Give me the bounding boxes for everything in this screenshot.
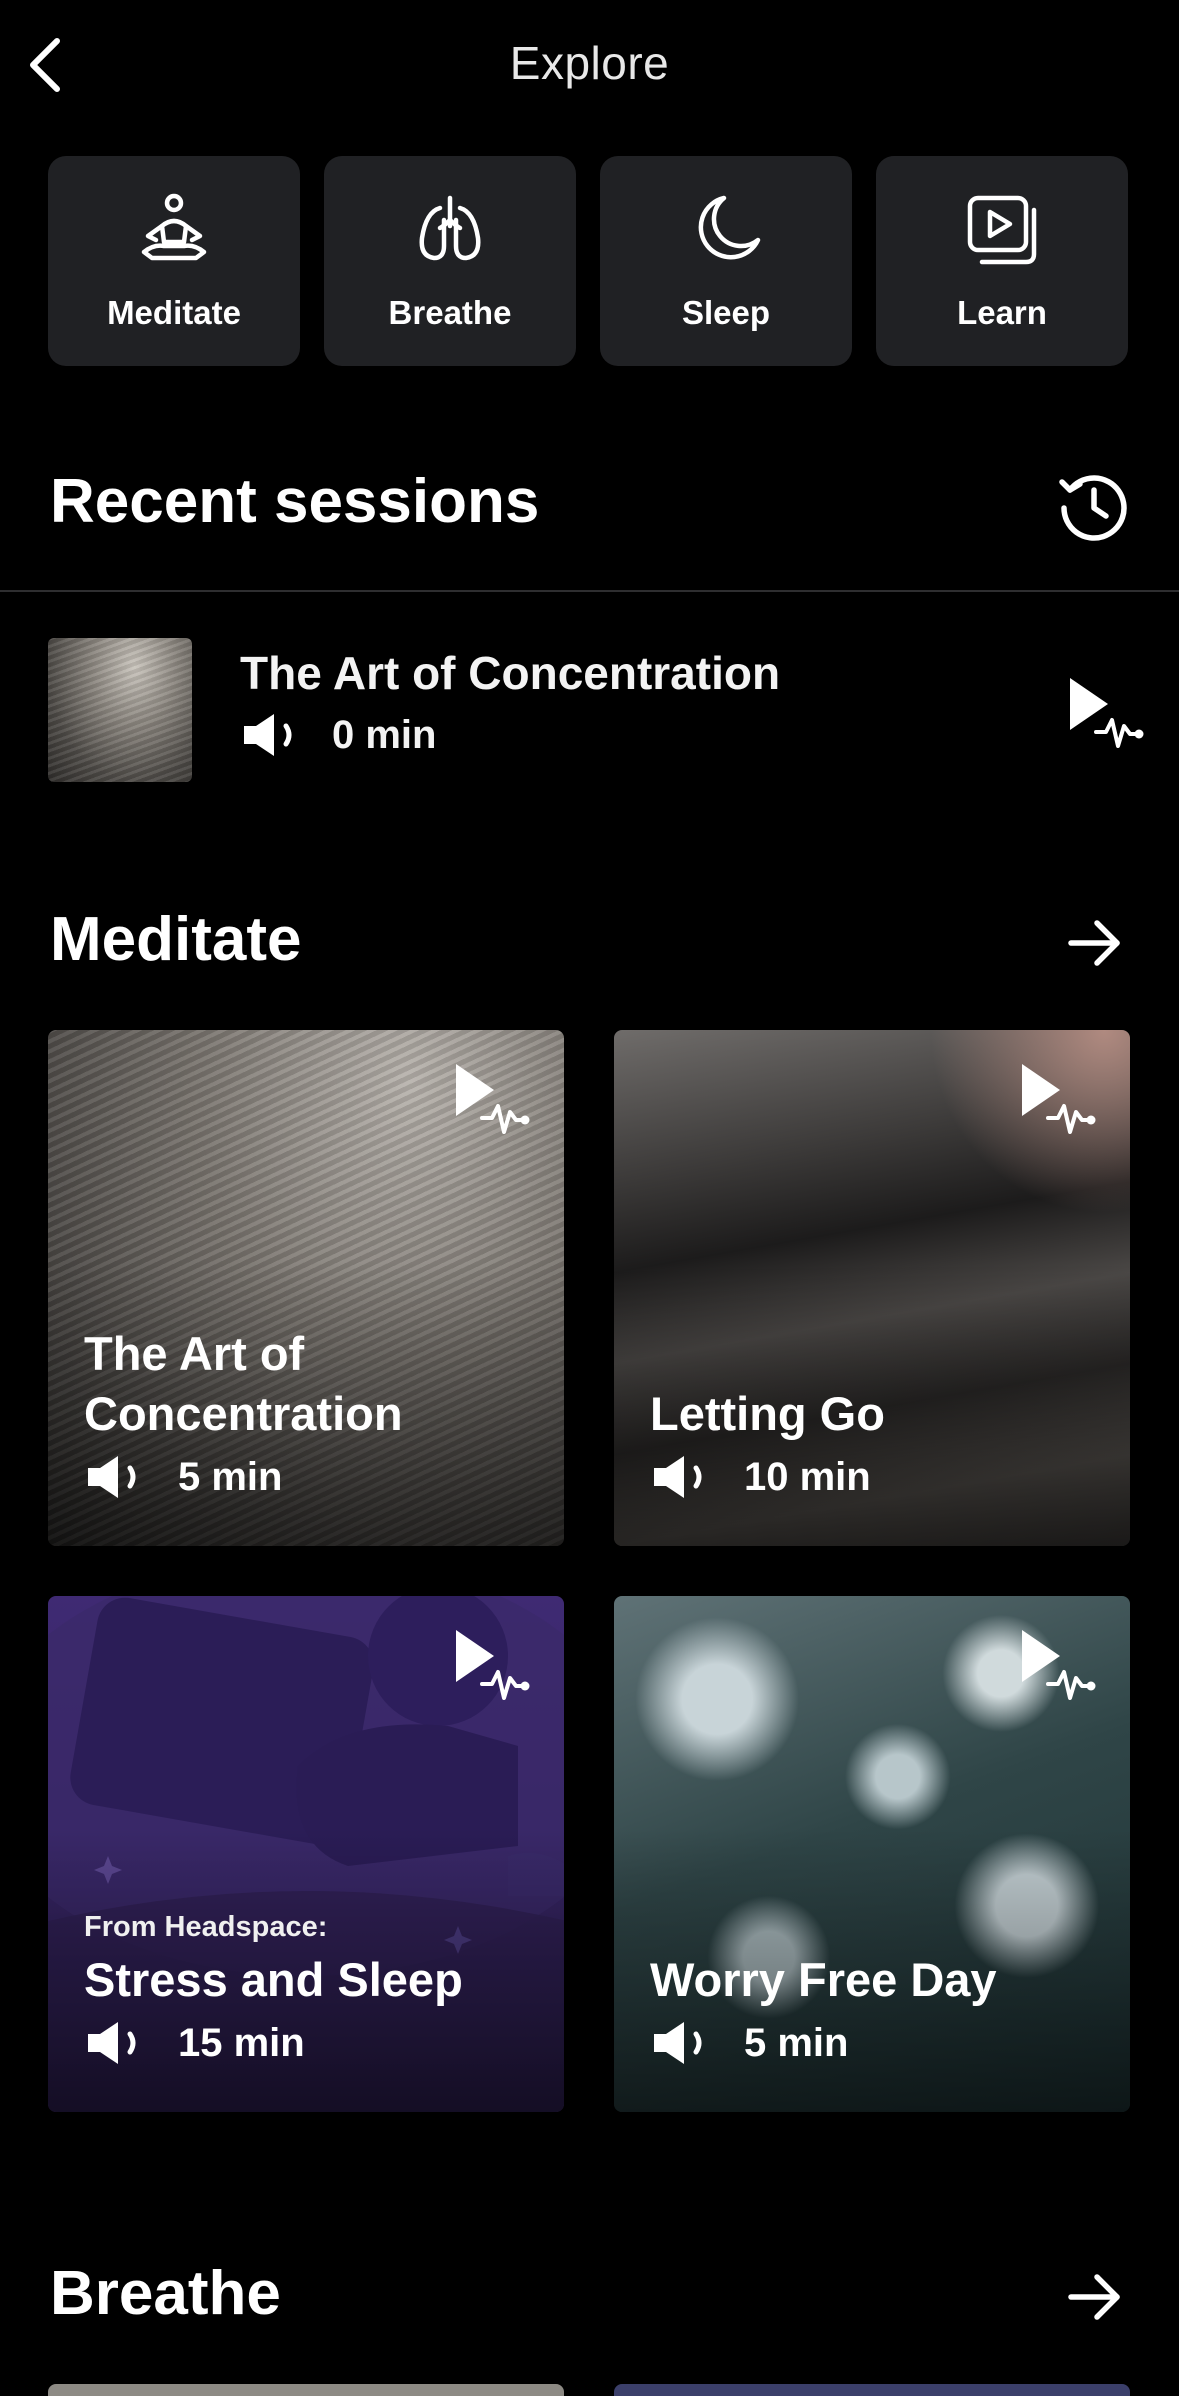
card-play-button[interactable] xyxy=(452,1626,532,1705)
card-title: Stress and Sleep xyxy=(84,1953,463,2006)
session-card[interactable]: The Art of Concentration 5 min xyxy=(48,1030,564,1546)
divider xyxy=(0,590,1179,592)
recent-thumbnail xyxy=(48,638,192,782)
play-square-icon xyxy=(967,195,1037,265)
card-duration: 5 min xyxy=(178,1454,283,1499)
recent-title: The Art of Concentration xyxy=(240,647,781,699)
category-learn[interactable]: Learn xyxy=(876,156,1128,366)
category-label: Meditate xyxy=(107,294,241,331)
recent-sessions-title: Recent sessions xyxy=(50,467,540,536)
category-breathe[interactable]: Breathe xyxy=(324,156,576,366)
recent-session-item[interactable]: The Art of Concentration 0 min xyxy=(48,638,1144,784)
card-meta: 5 min xyxy=(84,1454,534,1500)
play-pulse-icon xyxy=(1070,678,1144,748)
card-meta: 15 min xyxy=(84,2020,534,2066)
card-info: Worry Free Day 5 min xyxy=(650,1950,1100,2066)
breathe-see-all-button[interactable] xyxy=(1064,2266,1126,2328)
card-meta: 10 min xyxy=(650,1454,1100,1500)
speaker-icon xyxy=(88,2022,136,2064)
session-card[interactable]: Worry Free Day 5 min xyxy=(614,1596,1130,2112)
meditate-see-all-button[interactable] xyxy=(1064,912,1126,974)
recent-meta: 0 min xyxy=(240,712,436,758)
speaker-icon xyxy=(88,1456,136,1498)
category-label: Breathe xyxy=(388,294,512,331)
history-button[interactable] xyxy=(1054,466,1134,546)
card-info: From Headspace: Stress and Sleep 15 min xyxy=(84,1911,534,2066)
meditate-icon xyxy=(141,193,207,261)
card-play-button[interactable] xyxy=(1018,1626,1098,1705)
lungs-icon xyxy=(419,195,481,261)
card-info: Letting Go 10 min xyxy=(650,1384,1100,1500)
card-meta: 5 min xyxy=(650,2020,1100,2066)
card-duration: 10 min xyxy=(744,1454,871,1499)
play-pulse-icon xyxy=(1022,1064,1096,1134)
category-meditate[interactable]: Meditate xyxy=(48,156,300,366)
category-sleep[interactable]: Sleep xyxy=(600,156,852,366)
card-duration: 15 min xyxy=(178,2020,305,2065)
card-title: The Art of Concentration xyxy=(84,1327,403,1440)
moon-icon xyxy=(698,195,761,260)
recent-play-button[interactable] xyxy=(1066,674,1146,753)
play-pulse-icon xyxy=(1022,1630,1096,1700)
card-pre-title: From Headspace: xyxy=(84,1911,328,1943)
recent-duration: 0 min xyxy=(332,712,437,757)
play-pulse-icon xyxy=(456,1064,530,1134)
category-label: Sleep xyxy=(681,294,771,331)
session-card[interactable]: Letting Go 10 min xyxy=(614,1030,1130,1546)
card-duration: 5 min xyxy=(744,2020,849,2065)
page-title: Explore xyxy=(509,37,670,89)
card-title: Worry Free Day xyxy=(650,1953,997,2006)
breathe-card-peek[interactable] xyxy=(614,2384,1130,2396)
card-title: Letting Go xyxy=(650,1387,885,1440)
session-card[interactable]: From Headspace: Stress and Sleep 15 min xyxy=(48,1596,564,2112)
card-info: The Art of Concentration 5 min xyxy=(84,1324,534,1500)
meditate-section-title: Meditate xyxy=(50,905,302,974)
breathe-card-peek[interactable] xyxy=(48,2384,564,2396)
speaker-icon xyxy=(244,714,292,756)
category-row: Meditate Breathe Sleep Learn xyxy=(48,156,1128,366)
history-icon xyxy=(1059,475,1127,541)
card-play-button[interactable] xyxy=(452,1060,532,1139)
speaker-icon xyxy=(654,2022,702,2064)
speaker-icon xyxy=(654,1456,702,1498)
breathe-section-title: Breathe xyxy=(50,2259,281,2328)
header: Explore xyxy=(0,0,1179,136)
arrow-right-icon xyxy=(1068,2274,1120,2320)
play-pulse-icon xyxy=(456,1630,530,1700)
card-play-button[interactable] xyxy=(1018,1060,1098,1139)
arrow-right-icon xyxy=(1068,920,1120,966)
category-label: Learn xyxy=(957,294,1047,331)
